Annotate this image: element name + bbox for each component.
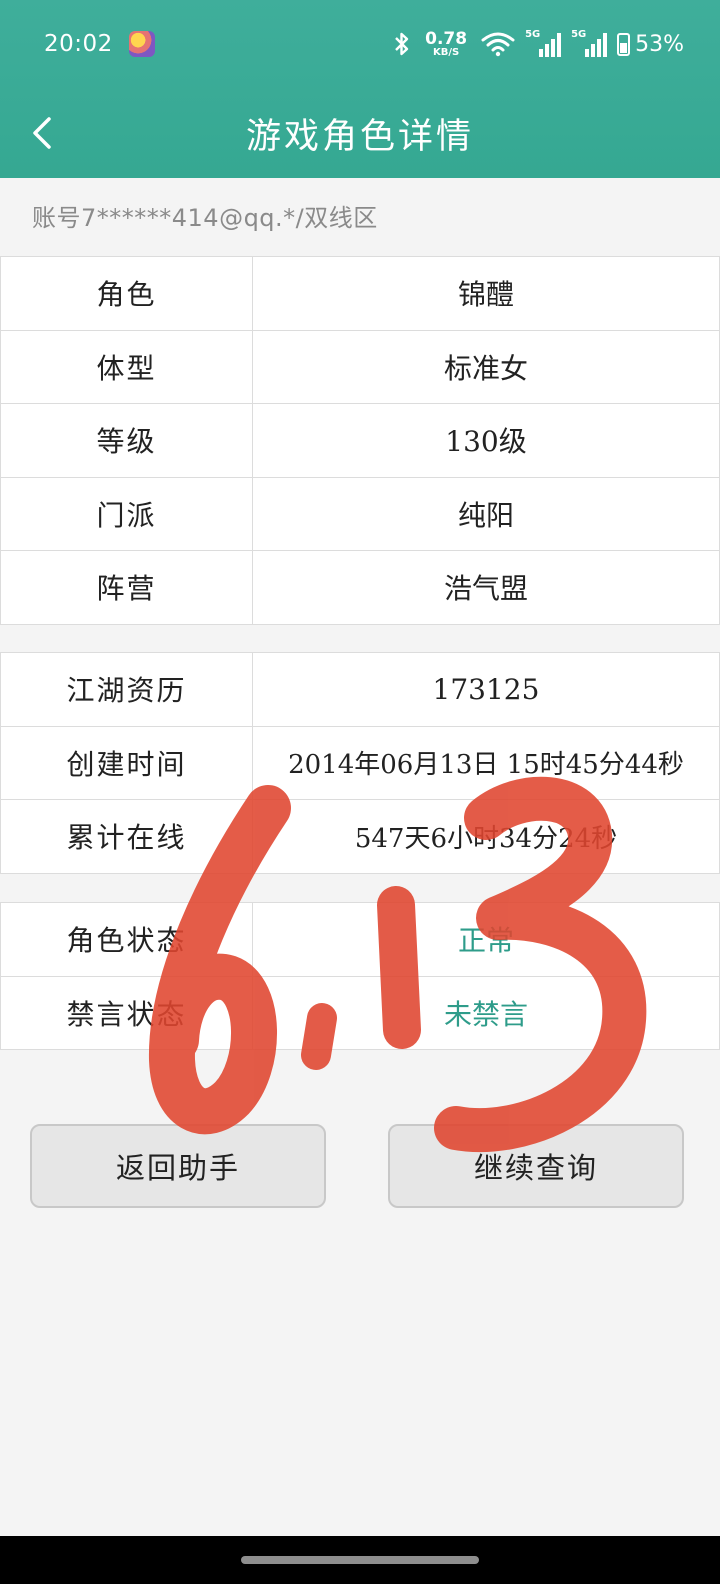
table-row: 禁言状态 未禁言 — [0, 976, 720, 1050]
home-gesture-bar[interactable] — [241, 1556, 479, 1564]
row-label: 累计在线 — [0, 800, 252, 873]
row-value: 纯阳 — [252, 477, 720, 550]
speed-unit: KB/S — [433, 46, 460, 58]
chevron-left-icon — [33, 117, 51, 149]
row-label: 体型 — [0, 330, 252, 403]
table-row: 等级 130级 — [0, 404, 720, 478]
table-row: 门派 纯阳 — [0, 477, 720, 551]
row-value: 锦醴 — [252, 257, 720, 330]
row-label: 角色状态 — [0, 903, 252, 976]
row-label: 等级 — [0, 404, 252, 477]
row-label: 门派 — [0, 477, 252, 550]
return-assistant-button[interactable]: 返回助手 — [30, 1124, 326, 1208]
table-row: 累计在线 547天6小时34分24秒 — [0, 800, 720, 874]
continue-query-button[interactable]: 继续查询 — [388, 1124, 684, 1208]
row-value: 173125 — [252, 653, 720, 726]
row-value: 2014年06月13日 15时45分44秒 — [252, 726, 720, 799]
system-navigation-bar — [0, 1536, 720, 1584]
nav-bar: 游戏角色详情 — [0, 88, 720, 178]
page-title: 游戏角色详情 — [245, 116, 474, 157]
status-info-table: 角色状态 正常 禁言状态 未禁言 — [0, 902, 720, 1050]
table-row: 角色状态 正常 — [0, 903, 720, 977]
bluetooth-icon — [395, 32, 409, 56]
status-icons: 0.78 KB/S 5G 5G 53% — [393, 28, 684, 58]
table-row: 体型 标准女 — [0, 330, 720, 404]
network-speed: 0.78 KB/S — [425, 28, 468, 58]
battery-indicator: 53% — [617, 32, 684, 57]
basic-info-table: 角色 锦醴 体型 标准女 等级 130级 门派 纯阳 阵营 浩气盟 — [0, 256, 720, 625]
row-label: 角色 — [0, 257, 252, 330]
row-label: 创建时间 — [0, 726, 252, 799]
cellular-signal-2-icon: 5G — [571, 29, 608, 57]
table-row: 创建时间 2014年06月13日 15时45分44秒 — [0, 726, 720, 800]
row-value: 浩气盟 — [252, 551, 720, 624]
table-row: 角色 锦醴 — [0, 257, 720, 331]
signal2-tag: 5G — [571, 29, 587, 40]
row-value: 130级 — [252, 404, 720, 477]
app-notification-icon — [128, 31, 155, 57]
account-info: 账号7******414@qq.*/双线区 — [32, 204, 378, 232]
row-label: 禁言状态 — [0, 976, 252, 1049]
table-row: 江湖资历 173125 — [0, 653, 720, 727]
row-value: 标准女 — [252, 330, 720, 403]
row-label: 阵营 — [0, 551, 252, 624]
row-label: 江湖资历 — [0, 653, 252, 726]
table-row: 阵营 浩气盟 — [0, 551, 720, 625]
history-info-table: 江湖资历 173125 创建时间 2014年06月13日 15时45分44秒 累… — [0, 652, 720, 874]
speed-value: 0.78 — [425, 28, 468, 49]
row-value: 547天6小时34分24秒 — [252, 800, 720, 873]
mute-status-value: 未禁言 — [252, 976, 720, 1049]
wifi-icon — [481, 32, 515, 57]
app-header: 20:02 0.78 KB/S 5G 5G 53% 游戏角色详情 — [0, 0, 720, 178]
battery-percent: 53% — [635, 31, 684, 57]
back-button[interactable] — [22, 108, 62, 158]
status-time: 20:02 — [44, 31, 113, 57]
signal1-tag: 5G — [525, 29, 541, 40]
battery-icon — [617, 32, 631, 56]
cellular-signal-1-icon: 5G — [525, 29, 562, 57]
role-status-value: 正常 — [252, 903, 720, 976]
status-bar: 20:02 0.78 KB/S 5G 5G 53% — [0, 0, 720, 88]
